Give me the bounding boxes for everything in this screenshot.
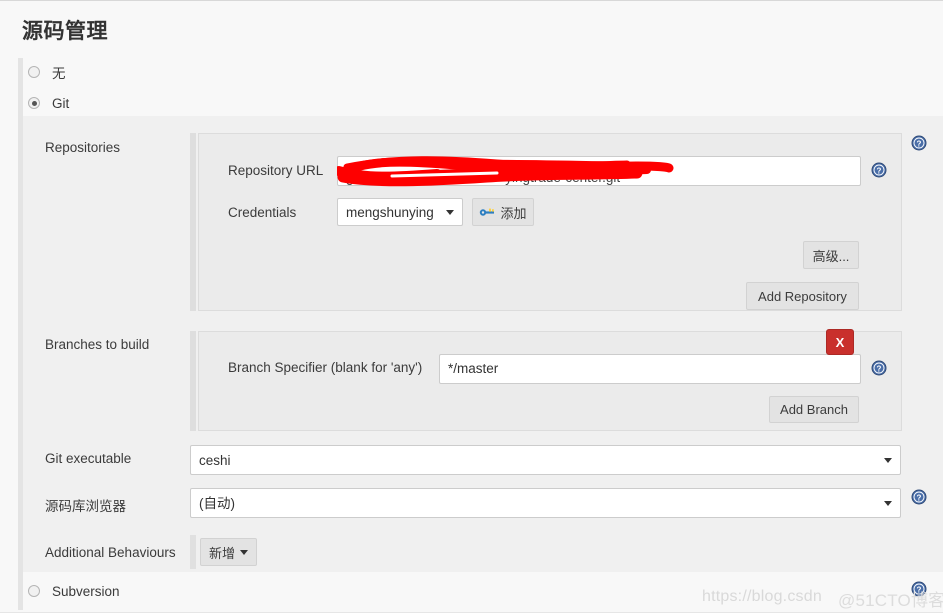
scm-radio-git[interactable]: Git (28, 93, 69, 113)
branch-specifier-value: */master (448, 361, 499, 376)
watermark-right: @51CTO博客 (838, 591, 943, 610)
watermark-left: https://blog.csdn (702, 588, 822, 605)
chevron-down-icon-add-behaviour (240, 549, 248, 555)
repositories-label: Repositories (45, 140, 121, 155)
scm-radio-subversion[interactable]: Subversion (28, 581, 120, 601)
git-executable-select[interactable]: ceshi (190, 445, 901, 475)
repository-browser-select[interactable]: (自动) (190, 488, 901, 518)
branch-specifier-label: Branch Specifier (blank for 'any') (228, 360, 423, 375)
delete-branch-button[interactable]: X (826, 329, 854, 355)
add-credentials-label: 添加 (500, 205, 527, 221)
add-repository-label: Add Repository (758, 288, 847, 304)
help-icon-repositories[interactable]: ? (911, 135, 927, 151)
chevron-down-icon-git-executable (884, 458, 892, 463)
svg-text:?: ? (917, 493, 922, 502)
credentials-label: Credentials (228, 205, 297, 220)
scm-radio-subversion-label: Subversion (52, 583, 120, 599)
key-icon (480, 208, 495, 216)
repository-browser-label: 源码库浏览器 (45, 499, 126, 514)
add-branch-label: Add Branch (780, 402, 848, 417)
svg-text:?: ? (917, 139, 922, 148)
chevron-down-icon (446, 210, 454, 215)
advanced-button[interactable]: 高级... (803, 241, 859, 269)
credentials-select-value: mengshunying (346, 205, 434, 220)
branch-drag-handle[interactable] (190, 331, 196, 431)
radio-subversion-indicator[interactable] (28, 585, 40, 597)
repository-url-value: git@*************************yingtrade-c… (346, 170, 621, 185)
advanced-button-label: 高级... (812, 248, 850, 264)
scm-radio-git-label: Git (52, 95, 70, 111)
radio-none-indicator[interactable] (28, 66, 40, 78)
repository-url-input[interactable]: git@*************************yingtrade-c… (337, 156, 861, 186)
additional-behaviours-label: Additional Behaviours (45, 545, 176, 560)
help-icon-branch-specifier[interactable]: ? (871, 360, 887, 376)
help-icon-repository-browser[interactable]: ? (911, 489, 927, 505)
scm-radio-none[interactable]: 无 (28, 62, 66, 82)
delete-branch-label: X (835, 334, 845, 350)
scm-radio-none-label: 无 (52, 66, 66, 81)
add-branch-button[interactable]: Add Branch (769, 396, 859, 423)
radio-git-indicator[interactable] (28, 97, 40, 109)
credentials-select[interactable]: mengshunying (337, 198, 463, 226)
additional-behaviours-handle (190, 535, 196, 569)
repository-browser-value: (自动) (199, 496, 235, 511)
scm-configuration-page: 源码管理 无 Git Repositories Repository URL g… (0, 0, 943, 613)
add-behaviour-label: 新增 (208, 545, 235, 561)
add-repository-button[interactable]: Add Repository (746, 282, 859, 310)
repository-url-label: Repository URL (228, 163, 324, 178)
chevron-down-icon-repo-browser (884, 501, 892, 506)
branch-specifier-input[interactable]: */master (439, 354, 861, 384)
add-behaviour-button[interactable]: 新增 (200, 538, 257, 566)
git-executable-value: ceshi (199, 453, 231, 468)
svg-text:?: ? (877, 364, 882, 373)
svg-text:?: ? (877, 166, 882, 175)
repository-drag-handle[interactable] (190, 133, 196, 311)
branches-to-build-label: Branches to build (45, 337, 150, 352)
help-icon-repository-url[interactable]: ? (871, 162, 887, 178)
add-credentials-button[interactable]: 添加 (472, 198, 534, 226)
git-executable-label: Git executable (45, 451, 132, 466)
page-title: 源码管理 (22, 20, 108, 43)
